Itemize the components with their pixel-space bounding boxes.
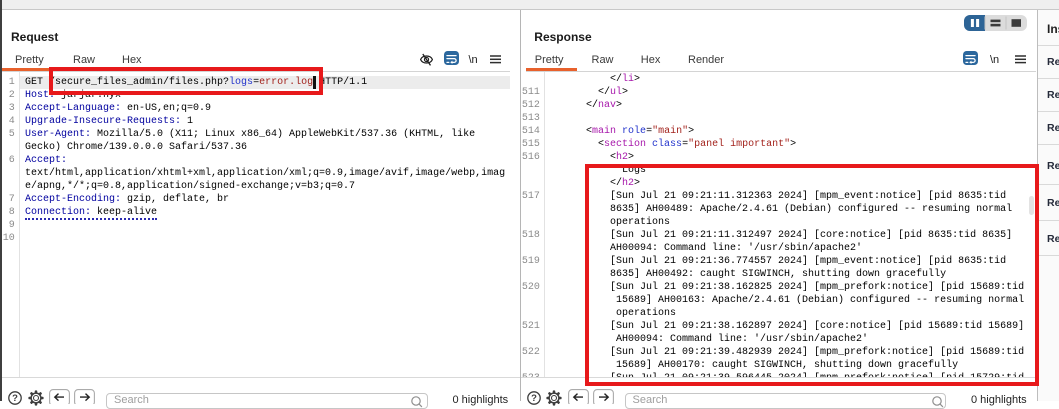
svg-text:?: ? bbox=[12, 393, 18, 404]
svg-text:?: ? bbox=[531, 393, 537, 404]
